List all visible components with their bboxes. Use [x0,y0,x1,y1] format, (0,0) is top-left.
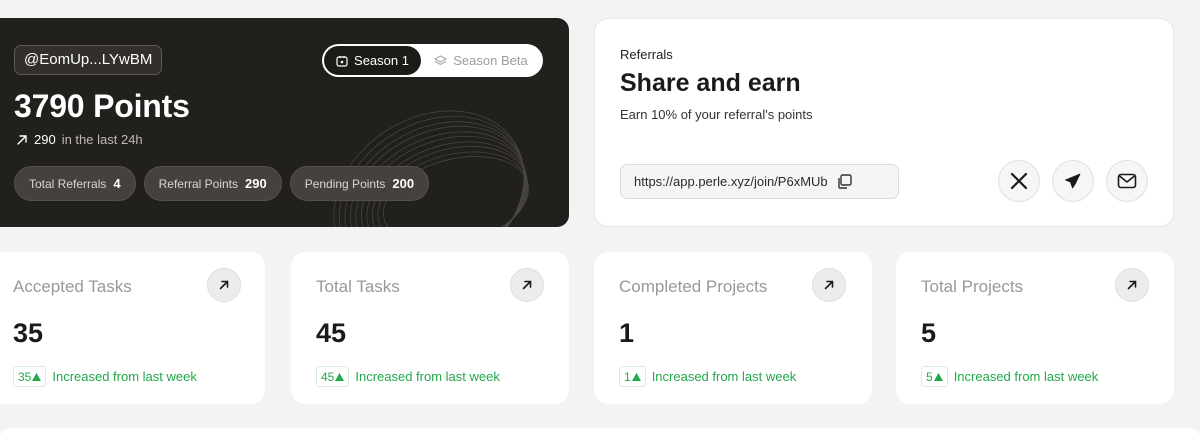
decorative-ring-graphic [333,110,529,227]
metric-card-total-projects: Total Projects 5 5 Increased from last w… [896,252,1174,404]
referral-link-box[interactable]: https://app.perle.xyz/join/P6xMUb [620,164,899,199]
metric-value: 35 [13,318,44,348]
trend-text: Increased from last week [355,369,500,384]
trend-text: Increased from last week [52,369,197,384]
arrow-up-right-icon [522,280,532,290]
share-email-button[interactable] [1106,160,1148,202]
referrals-label: Referrals [620,47,673,62]
open-details-button[interactable] [510,268,544,302]
stat-pill-label: Pending Points [304,176,386,191]
metric-trend: 5 Increased from last week [921,366,1098,387]
trend-text: Increased from last week [651,369,797,384]
trend-badge-value: 1 [624,369,631,384]
metric-value: 5 [921,318,937,348]
trend-badge-value: 5 [926,369,933,384]
triangle-up-icon [933,372,943,381]
referral-link-text: https://app.perle.xyz/join/P6xMUb [634,174,828,189]
metric-card-accepted-tasks: Accepted Tasks 35 35 Increased from last… [0,252,265,404]
metric-value: 45 [316,318,347,348]
season-toggle: Season 1 Season Beta [322,44,543,77]
season-beta-button[interactable]: Season Beta [421,46,541,75]
layers-icon [434,54,448,65]
arrow-up-right-icon [219,280,229,290]
metric-card-completed-projects: Completed Projects 1 1 Increased from la… [594,252,872,404]
mail-icon [1117,173,1137,189]
total-points: 3790 Points [14,88,190,124]
points-card: @EomUp...LYwBM 3790 Points 290 in the la… [0,18,569,227]
stat-pills: Total Referrals 4 Referral Points 290 Pe… [14,166,430,201]
metric-card-total-tasks: Total Tasks 45 45 Increased from last we… [291,252,569,404]
arrow-up-right-icon [1127,280,1137,290]
season-1-button[interactable]: Season 1 [324,46,421,75]
telegram-icon [1065,173,1081,189]
metric-title: Completed Projects [619,277,768,296]
referrals-title: Share and earn [620,69,801,97]
trend-badge: 45 [316,366,350,387]
triangle-up-icon [335,372,345,381]
referrals-subtitle: Earn 10% of your referral's points [620,107,813,122]
next-section-edge [0,428,1200,434]
calendar-icon [336,55,348,67]
trend-badge: 35 [13,366,47,387]
stat-pill-value: 200 [392,176,415,191]
stat-pill-total-referrals: Total Referrals 4 [14,166,136,201]
trend-badge: 1 [619,366,646,387]
metric-trend: 35 Increased from last week [13,366,197,387]
open-details-button[interactable] [812,268,846,302]
metric-trend: 45 Increased from last week [316,366,500,387]
triangle-up-icon [631,372,641,381]
points-delta-value: 290 [34,132,56,147]
metric-value: 1 [619,318,635,348]
x-icon [1010,172,1028,190]
trend-badge: 5 [921,366,948,387]
metric-trend: 1 Increased from last week [619,366,796,387]
trend-badge-value: 35 [18,369,32,384]
open-details-button[interactable] [1115,268,1149,302]
trend-badge-value: 45 [321,369,335,384]
season-beta-label: Season Beta [453,53,528,68]
season-1-label: Season 1 [354,53,409,68]
trend-text: Increased from last week [953,369,1099,384]
points-delta-label: in the last 24h [61,132,143,147]
stat-pill-label: Referral Points [158,176,238,191]
triangle-up-icon [32,372,42,381]
stat-pill-label: Total Referrals [29,176,107,191]
stat-pill-value: 290 [244,176,267,191]
referrals-card: Referrals Share and earn Earn 10% of you… [594,18,1174,227]
stat-pill-value: 4 [113,176,121,191]
metric-title: Total Projects [921,277,1024,296]
metric-title: Accepted Tasks [13,277,132,296]
stat-pill-referral-points: Referral Points 290 [143,166,282,201]
arrow-up-right-icon [824,280,834,290]
trend-up-arrow-icon [17,134,27,145]
open-details-button[interactable] [207,268,241,302]
points-delta: 290 in the last 24h [16,132,143,147]
share-x-button[interactable] [998,160,1040,202]
username-chip[interactable]: @EomUp...LYwBM [14,45,163,75]
metric-title: Total Tasks [316,277,400,296]
stat-pill-pending-points: Pending Points 200 [289,166,430,201]
copy-icon[interactable] [836,173,853,190]
share-telegram-button[interactable] [1052,160,1094,202]
